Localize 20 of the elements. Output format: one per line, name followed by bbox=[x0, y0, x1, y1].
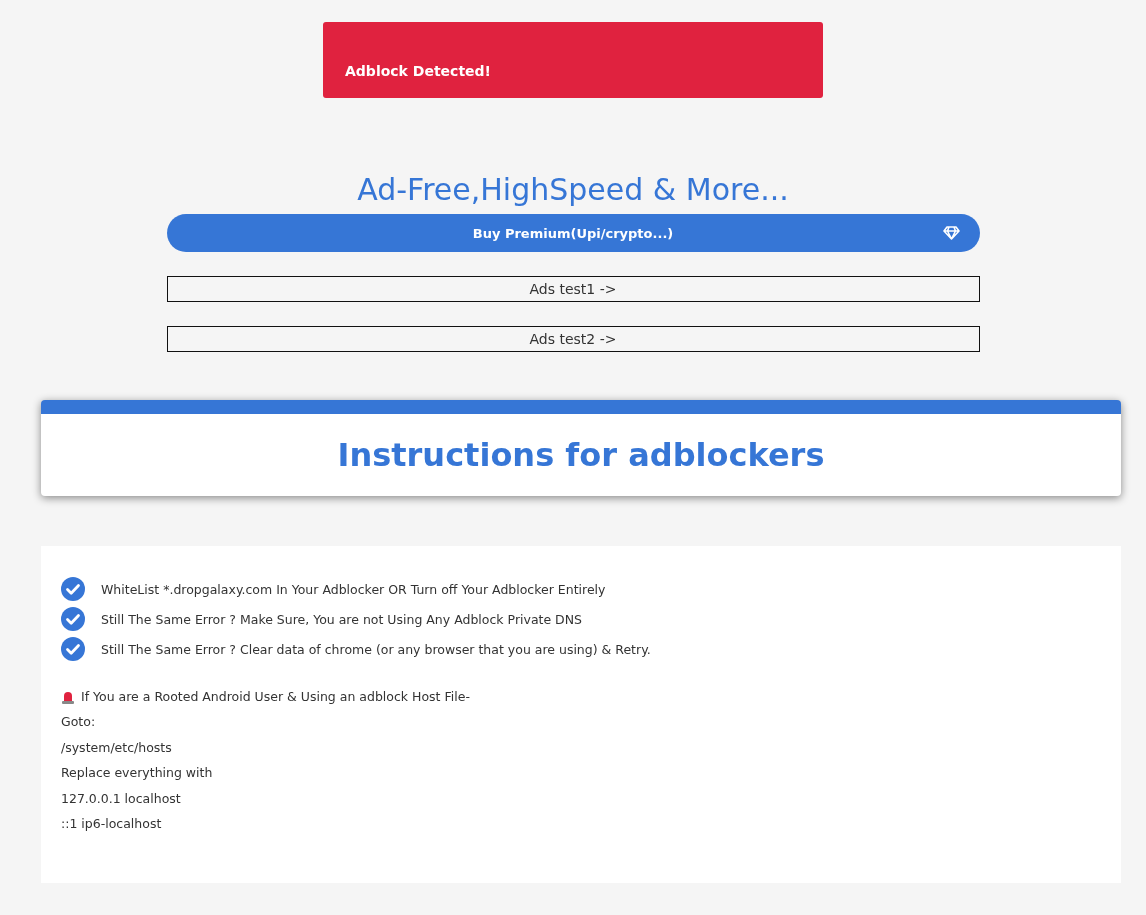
instruction-line: ::1 ip6-localhost bbox=[61, 816, 162, 832]
root-note: If You are a Rooted Android User & Using an adblock Host File- bbox=[81, 689, 470, 704]
premium-button[interactable]: Buy Premium(Upi/crypto...) bbox=[166, 214, 980, 252]
instruction-line: /system/etc/hosts bbox=[61, 739, 172, 755]
check-circle-icon bbox=[61, 607, 85, 631]
checklist-text: Still The Same Error ? Make Sure, You are not Using Any Adblock Private DNS bbox=[101, 611, 583, 627]
instructions-title: Instructions for adblockers bbox=[337, 436, 825, 474]
checklist-text: Still The Same Error ? Clear data of chrome (or any browser that you are using) & Retry. bbox=[101, 641, 651, 657]
diamond-icon bbox=[942, 226, 960, 240]
siren-icon bbox=[61, 689, 75, 704]
instruction-line: Replace everything with bbox=[61, 765, 213, 781]
instruction-line: 127.0.0.1 localhost bbox=[61, 790, 181, 806]
check-circle-icon bbox=[61, 577, 85, 601]
instruction-line: Goto: bbox=[61, 714, 96, 730]
check-circle-icon bbox=[61, 637, 85, 661]
checklist-text: WhiteList *.dropgalaxy.com In Your Adblocker OR Turn off Your Adblocker Entirely bbox=[101, 581, 606, 597]
ad-link-button[interactable]: Ads test2 -> bbox=[166, 326, 980, 352]
ad-link-button[interactable]: Ads test1 -> bbox=[166, 276, 980, 302]
alert-banner: Adblock Detected! bbox=[323, 22, 823, 98]
headline: Ad-Free,HighSpeed & More... bbox=[357, 172, 789, 208]
